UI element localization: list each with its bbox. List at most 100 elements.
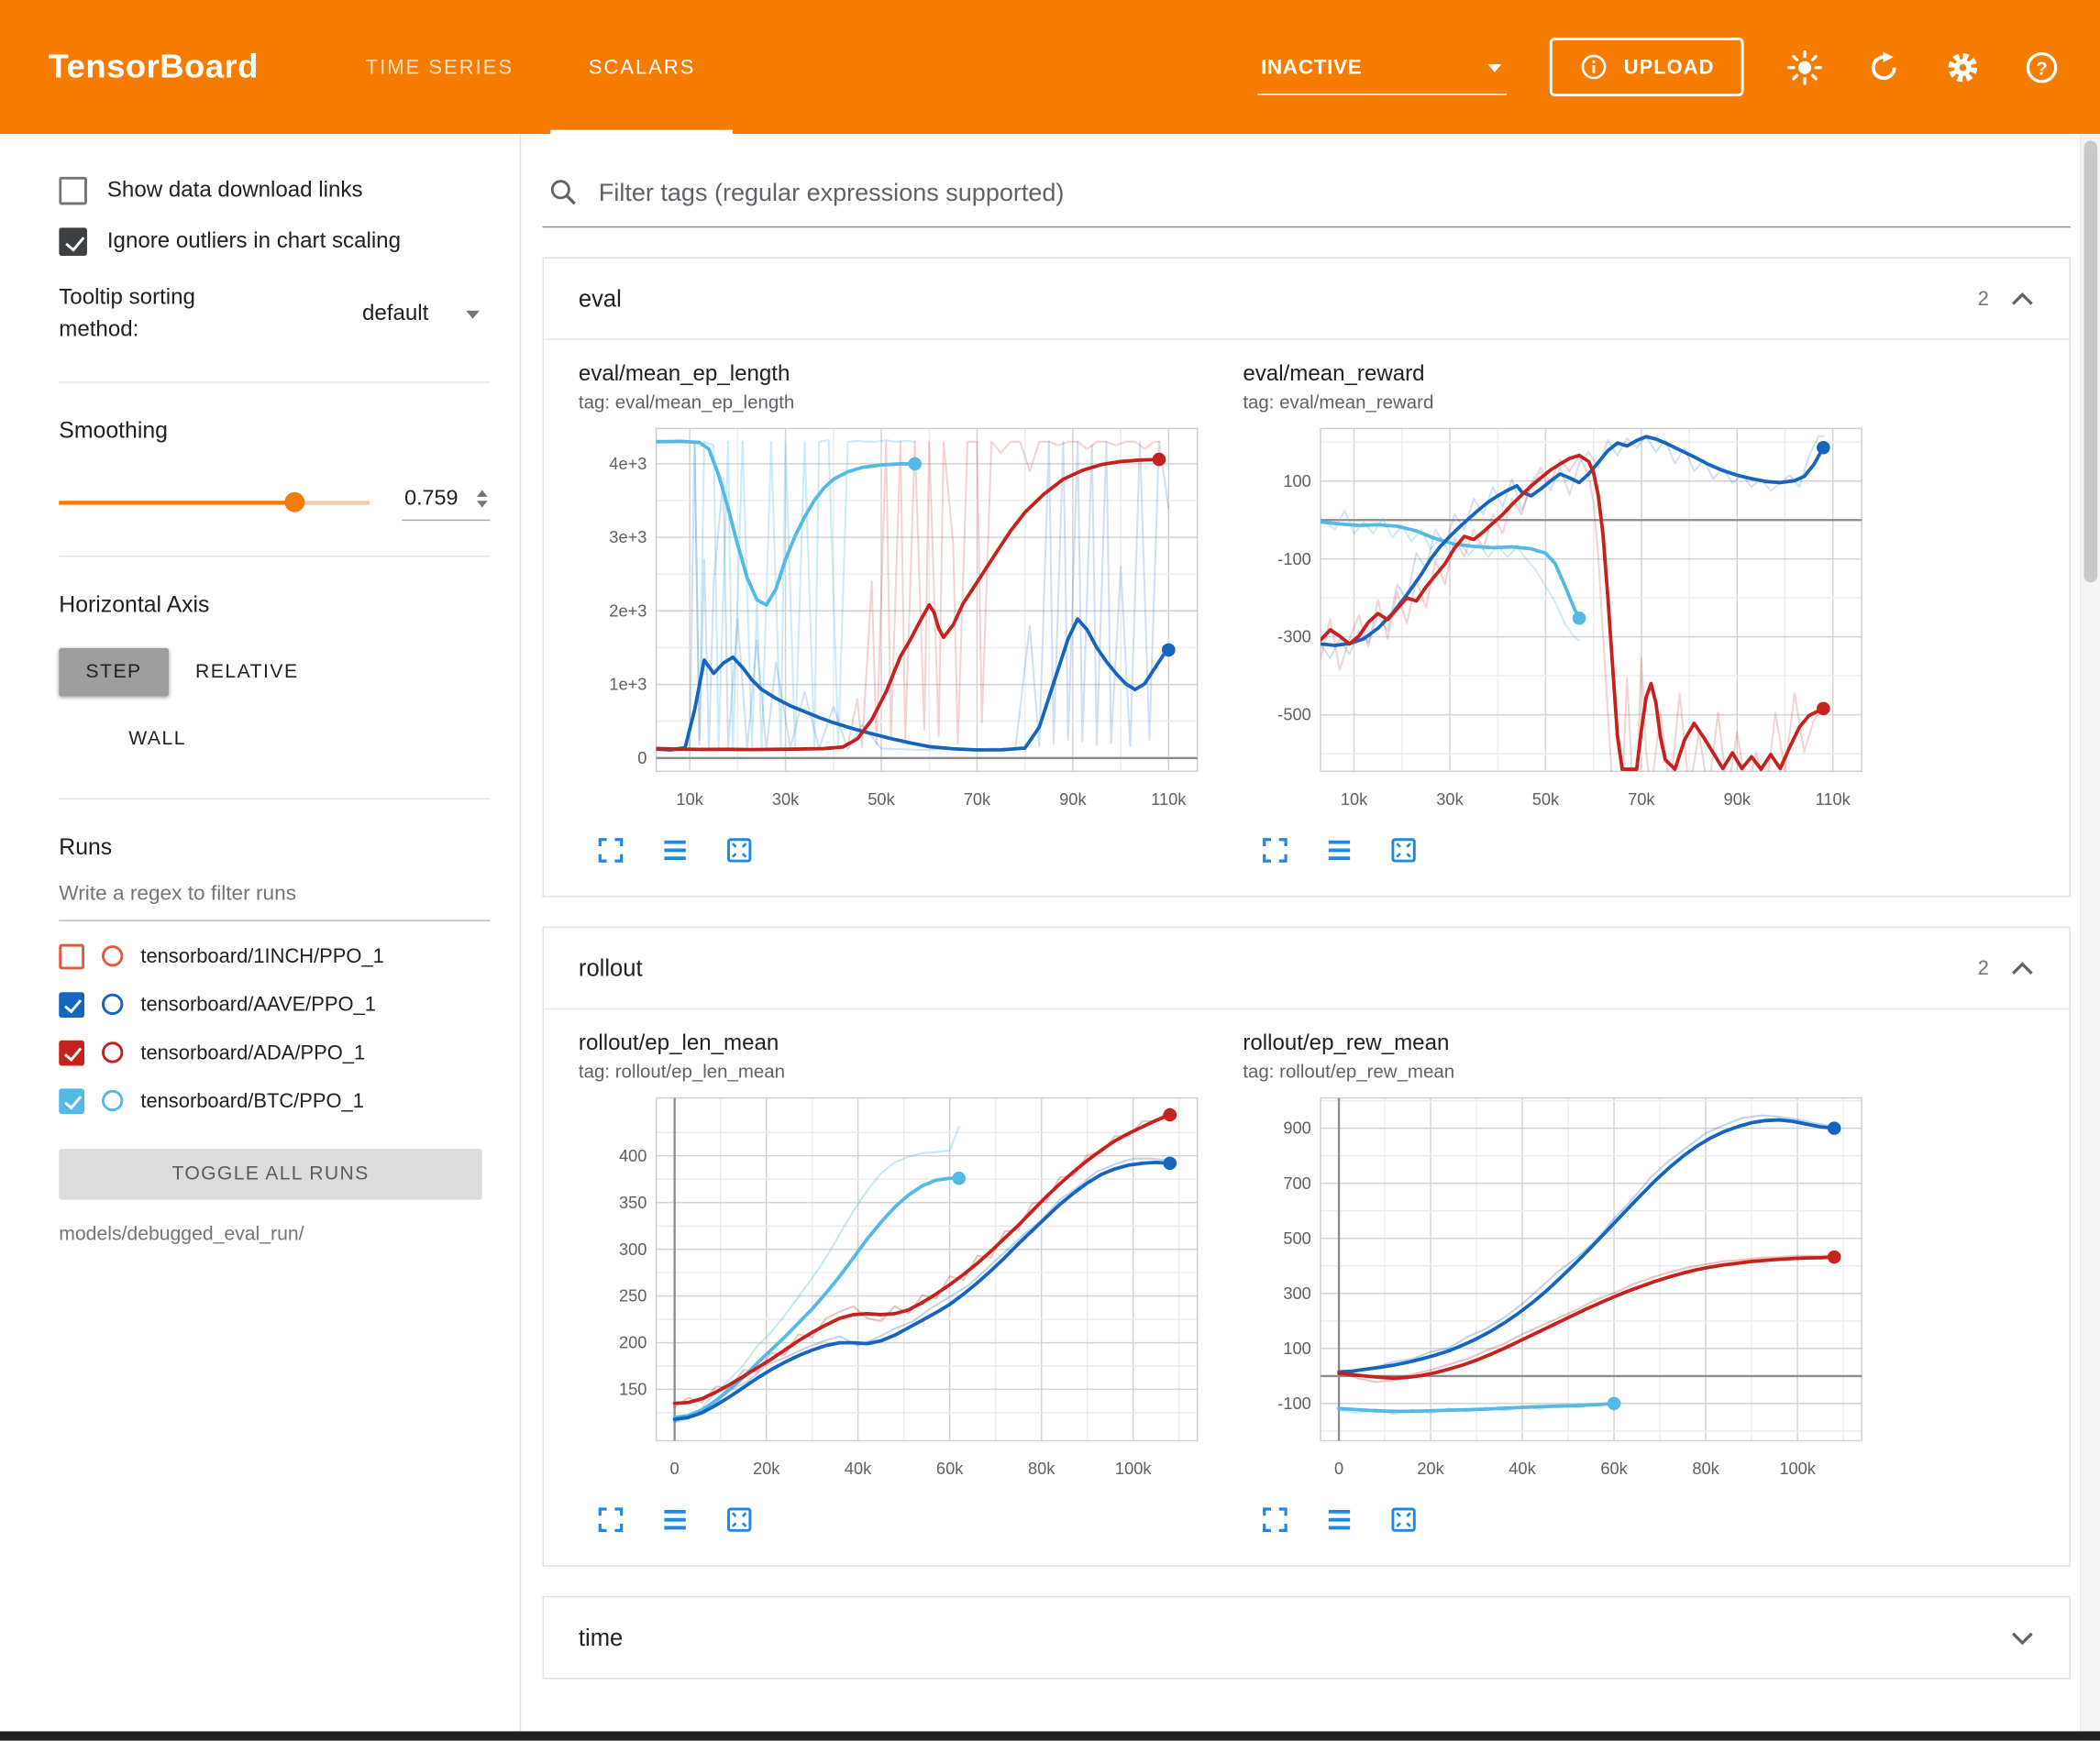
run-color-radio[interactable] <box>102 1090 123 1111</box>
show-download-checkbox[interactable] <box>59 177 87 205</box>
line-chart[interactable]: 10k30k50k70k90k110k-500-300-100100 <box>1243 418 1872 820</box>
svg-text:100: 100 <box>1283 1339 1310 1358</box>
run-checkbox[interactable] <box>59 1088 84 1114</box>
svg-text:40k: 40k <box>845 1459 872 1478</box>
status-label: INACTIVE <box>1261 56 1362 80</box>
show-download-label: Show data download links <box>107 178 363 204</box>
header-actions: INACTIVE UPLOAD <box>1258 38 2060 96</box>
svg-text:50k: 50k <box>868 789 895 809</box>
collapse-chevron-icon[interactable] <box>2010 1629 2034 1647</box>
run-checkbox[interactable] <box>59 943 84 969</box>
divider <box>59 381 490 382</box>
svg-text:?: ? <box>2036 58 2048 79</box>
run-checkbox[interactable] <box>59 992 84 1018</box>
svg-text:-500: -500 <box>1277 705 1311 724</box>
section-rollout-header[interactable]: rollout 2 <box>544 928 2070 1008</box>
info-icon <box>1580 52 1609 82</box>
refresh-icon[interactable] <box>1865 49 1901 84</box>
scrollbar[interactable] <box>2080 134 2100 1731</box>
axis-wall-button[interactable]: WALL <box>102 715 213 764</box>
count-badge: 2 <box>1978 957 1989 980</box>
upload-button[interactable]: UPLOAD <box>1550 38 1743 96</box>
divider <box>59 798 490 799</box>
expand-chart-icon[interactable] <box>594 834 626 866</box>
horizontal-axis-label: Horizontal Axis <box>59 591 490 618</box>
svg-text:250: 250 <box>619 1286 647 1306</box>
svg-text:60k: 60k <box>1600 1459 1628 1478</box>
settings-gear-icon[interactable] <box>1945 49 1981 84</box>
axis-step-button[interactable]: STEP <box>59 648 169 697</box>
fit-domain-icon[interactable] <box>1387 834 1420 866</box>
collapse-chevron-icon[interactable] <box>2010 959 2034 976</box>
chart-card: eval/mean_reward tag: eval/mean_reward 1… <box>1243 361 1883 866</box>
run-color-radio[interactable] <box>102 994 123 1015</box>
scrollbar-thumb[interactable] <box>2084 140 2098 582</box>
collapse-chevron-icon[interactable] <box>2010 290 2034 307</box>
svg-text:150: 150 <box>619 1380 647 1399</box>
toggle-all-runs-button[interactable]: TOGGLE ALL RUNS <box>59 1149 482 1199</box>
svg-text:70k: 70k <box>964 789 991 809</box>
stepper-icon[interactable] <box>477 490 488 508</box>
chart-title: eval/mean_reward <box>1243 361 1883 387</box>
nav-tabs: TIME SERIES SCALARS <box>328 0 733 134</box>
svg-text:500: 500 <box>1283 1229 1310 1248</box>
ignore-outliers-checkbox[interactable] <box>59 227 87 256</box>
tab-scalars[interactable]: SCALARS <box>551 0 733 134</box>
smoothing-value-input[interactable]: 0.759 <box>402 484 490 520</box>
upload-label: UPLOAD <box>1624 56 1715 79</box>
run-label: tensorboard/BTC/PPO_1 <box>140 1090 364 1113</box>
brightness-icon[interactable] <box>1786 49 1822 84</box>
chart-toolbar <box>1243 1504 1883 1536</box>
run-checkbox[interactable] <box>59 1041 84 1066</box>
help-icon[interactable]: ? <box>2024 49 2060 84</box>
smoothing-slider[interactable] <box>59 501 370 504</box>
section-eval: eval 2 eval/mean_ep_length tag: eval/mea… <box>543 257 2071 897</box>
svg-text:0: 0 <box>1334 1459 1343 1478</box>
svg-text:400: 400 <box>619 1146 647 1165</box>
slider-thumb[interactable] <box>284 492 304 512</box>
line-chart[interactable]: 10k30k50k70k90k110k01e+32e+33e+34e+3 <box>579 418 1208 820</box>
run-row-1inch: tensorboard/1INCH/PPO_1 <box>59 943 490 969</box>
logdir-path: models/debugged_eval_run/ <box>59 1224 490 1245</box>
svg-text:700: 700 <box>1283 1174 1310 1193</box>
axis-relative-button[interactable]: RELATIVE <box>169 648 326 697</box>
search-icon <box>547 177 579 208</box>
slider-fill <box>59 501 294 504</box>
data-table-icon[interactable] <box>1323 834 1355 866</box>
expand-chart-icon[interactable] <box>1259 1504 1291 1536</box>
svg-text:80k: 80k <box>1028 1459 1056 1478</box>
line-chart[interactable]: 020k40k60k80k100k150200250300350400 <box>579 1087 1208 1489</box>
section-time-header[interactable]: time <box>544 1597 2070 1678</box>
section-rollout-body: rollout/ep_len_mean tag: rollout/ep_len_… <box>544 1008 2070 1566</box>
chart-tag: tag: rollout/ep_rew_mean <box>1243 1061 1883 1082</box>
runs-filter-input[interactable] <box>59 874 490 920</box>
data-table-icon[interactable] <box>659 834 691 866</box>
tab-time-series[interactable]: TIME SERIES <box>328 0 551 134</box>
svg-text:30k: 30k <box>1436 789 1464 809</box>
tooltip-sorting-select[interactable]: default <box>362 302 491 327</box>
fit-domain-icon[interactable] <box>724 1504 756 1536</box>
expand-chart-icon[interactable] <box>594 1504 626 1536</box>
run-color-radio[interactable] <box>102 946 123 967</box>
smoothing-value: 0.759 <box>404 487 458 511</box>
svg-text:0: 0 <box>637 748 647 767</box>
section-eval-body: eval/mean_ep_length tag: eval/mean_ep_le… <box>544 339 2070 897</box>
run-color-radio[interactable] <box>102 1042 123 1063</box>
data-table-icon[interactable] <box>659 1504 691 1536</box>
line-chart[interactable]: 020k40k60k80k100k-100100300500700900 <box>1243 1087 1872 1489</box>
tensorboard-app: TensorBoard TIME SERIES SCALARS INACTIVE… <box>0 0 2100 1741</box>
svg-text:2e+3: 2e+3 <box>609 601 647 620</box>
fit-domain-icon[interactable] <box>1387 1504 1420 1536</box>
status-dropdown[interactable]: INACTIVE <box>1258 56 1508 94</box>
svg-text:300: 300 <box>619 1240 647 1259</box>
svg-text:90k: 90k <box>1059 789 1087 809</box>
section-eval-header[interactable]: eval 2 <box>544 259 2070 339</box>
tag-filter-input[interactable] <box>599 178 2065 207</box>
settings-sidebar: Show data download links Ignore outliers… <box>0 134 521 1731</box>
svg-text:3e+3: 3e+3 <box>609 527 647 546</box>
expand-chart-icon[interactable] <box>1259 834 1291 866</box>
svg-text:-100: -100 <box>1277 1394 1311 1413</box>
fit-domain-icon[interactable] <box>724 834 756 866</box>
data-table-icon[interactable] <box>1323 1504 1355 1536</box>
run-row-btc: tensorboard/BTC/PPO_1 <box>59 1088 490 1114</box>
